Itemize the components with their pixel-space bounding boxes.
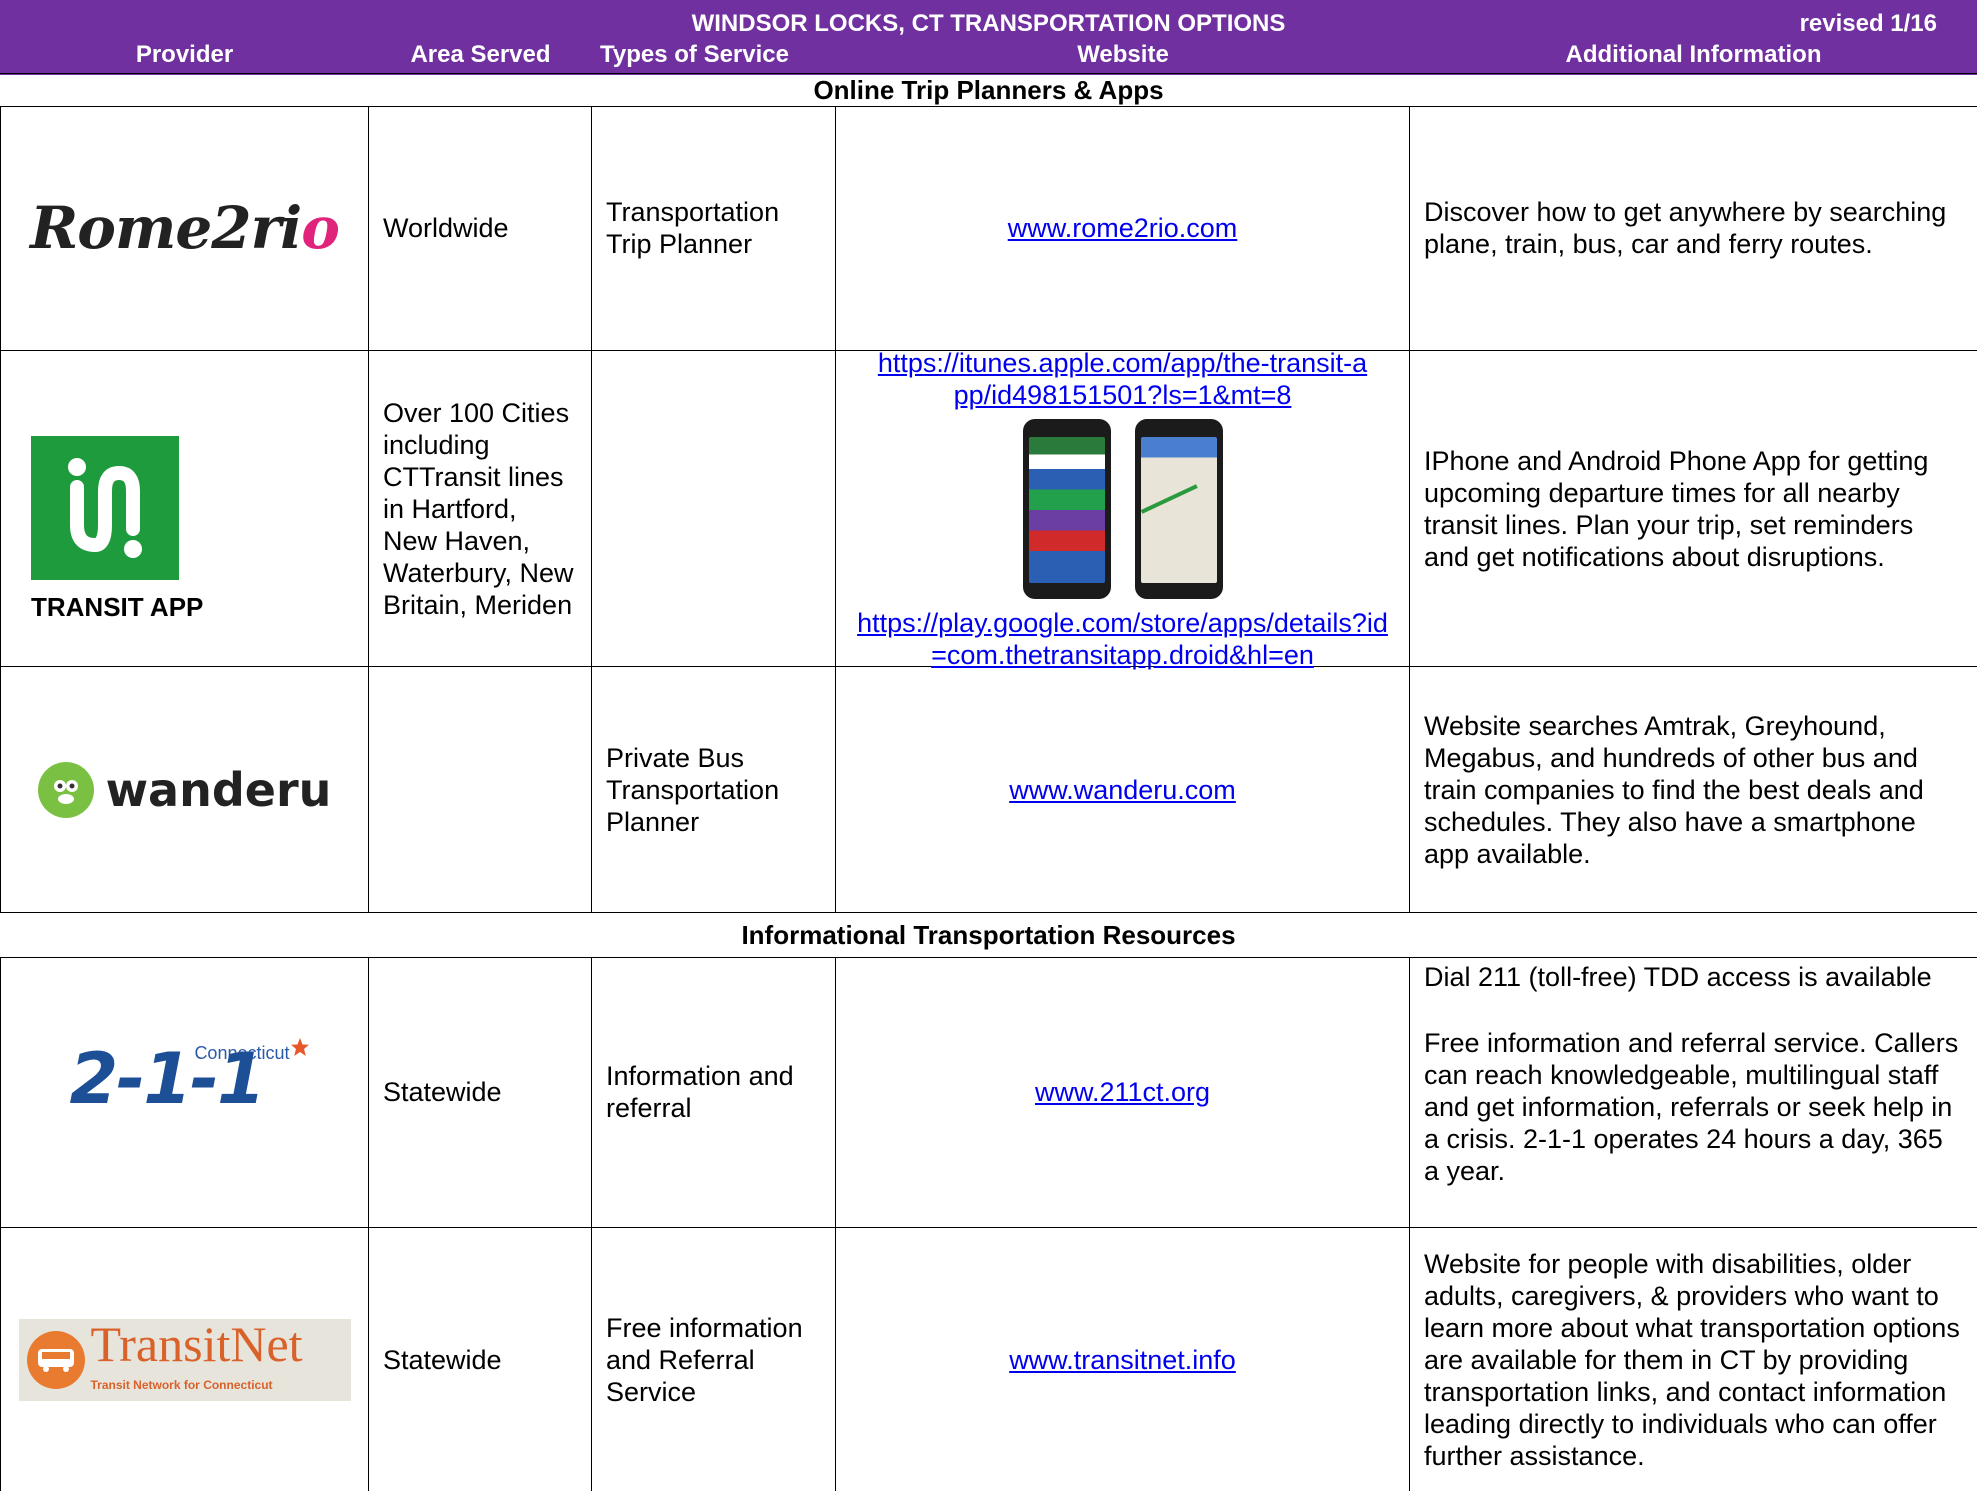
info-cell: IPhone and Android Phone App for getting… [1424,445,1929,572]
table-row: wanderu Private Bus Transportation Plann… [0,667,1977,913]
transit-app-caption: TRANSIT APP [31,592,204,622]
phone-image-list [1022,418,1111,599]
transportation-options-page: WINDSOR LOCKS, CT TRANSPORTATION OPTIONS… [0,0,1977,1491]
transit-app-icon [31,436,179,580]
transitnet-logo: TransitNet Transit Network for Connectic… [18,1315,351,1401]
table-row: Connecticut 2-1-1 Statewide Information … [0,957,1977,1228]
area-cell: Statewide [369,957,592,1227]
table-row: TransitNet Transit Network for Connectic… [0,1228,1977,1491]
area-cell: Over 100 Cities including CTTransit line… [369,351,592,666]
transit-app-logo [31,436,179,580]
website-cell: www.transitnet.info [836,1228,1410,1491]
website-cell: www.rome2rio.com [836,106,1410,350]
section-heading-informational: Informational Transportation Resources [0,912,1977,958]
website-cell: www.211ct.org [836,957,1410,1227]
page-title: WINDSOR LOCKS, CT TRANSPORTATION OPTIONS [691,10,1286,37]
star-icon [290,1038,309,1056]
connecticut-211-logo: Connecticut 2-1-1 [60,1037,310,1147]
table-row: TRANSIT APP Over 100 Cities including CT… [0,348,1977,670]
provider-cell: Connecticut 2-1-1 [0,957,369,1227]
area-cell: Statewide [369,1228,592,1491]
transitnet-wordmark: TransitNet [90,1315,303,1372]
website-link[interactable]: www.transitnet.info [1009,1344,1236,1376]
col-header-area: Area Served [410,41,551,68]
area-cell [369,667,592,912]
service-cell: Private Bus Transportation Planner [592,667,836,912]
provider-cell: TRANSIT APP [0,351,369,666]
col-header-website: Website [1077,41,1169,68]
provider-cell: Rome2rio [0,106,369,350]
revised-label: revised 1/16 [1799,10,1937,37]
info-paragraph: Free information and referral service. C… [1424,1028,1959,1186]
bus-icon [26,1330,85,1389]
wanderu-logo: wanderu [37,761,332,818]
service-cell: Free information and Referral Service [592,1228,836,1491]
section-heading-trip-planners: Online Trip Planners & Apps [0,73,1977,107]
col-header-service: Types of Service [600,41,789,68]
service-cell: Information and referral [592,957,836,1227]
phone-screenshots [1022,418,1223,599]
provider-cell: TransitNet Transit Network for Connectic… [0,1228,369,1491]
website-link[interactable]: www.wanderu.com [1009,774,1236,806]
phone-image-map [1134,418,1223,599]
info-cell: Dial 211 (toll-free) TDD access is avail… [1410,957,1977,1227]
211-wordmark: 2-1-1 [69,1038,266,1120]
header-bar: WINDSOR LOCKS, CT TRANSPORTATION OPTIONS… [0,0,1977,75]
info-cell: Discover how to get anywhere by searchin… [1424,197,1947,259]
monkey-icon [37,761,94,818]
info-paragraph: Dial 211 (toll-free) TDD access is avail… [1424,962,1932,992]
google-play-link[interactable]: https://play.google.com/store/apps/detai… [853,607,1393,671]
area-cell: Worldwide [369,106,592,350]
provider-cell: wanderu [0,667,369,912]
website-cell: www.wanderu.com [836,667,1410,912]
table-row: Rome2rio Worldwide Transportation Trip P… [0,106,1977,351]
col-header-info: Additional Information [1565,41,1822,68]
transitnet-tagline: Transit Network for Connecticut [90,1377,273,1392]
rome2rio-logo: Rome2rio [30,194,340,262]
website-link[interactable]: www.rome2rio.com [1008,212,1238,244]
website-cell: https://itunes.apple.com/app/the-transit… [836,348,1410,670]
website-link[interactable]: www.211ct.org [1035,1076,1210,1108]
col-header-provider: Provider [135,41,234,68]
service-cell [592,351,836,666]
service-cell: Transportation Trip Planner [592,106,836,350]
wanderu-wordmark: wanderu [105,762,332,817]
info-cell: Website searches Amtrak, Greyhound, Mega… [1424,710,1924,869]
itunes-link[interactable]: https://itunes.apple.com/app/the-transit… [873,347,1373,411]
info-cell: Website for people with disabilities, ol… [1424,1248,1960,1471]
